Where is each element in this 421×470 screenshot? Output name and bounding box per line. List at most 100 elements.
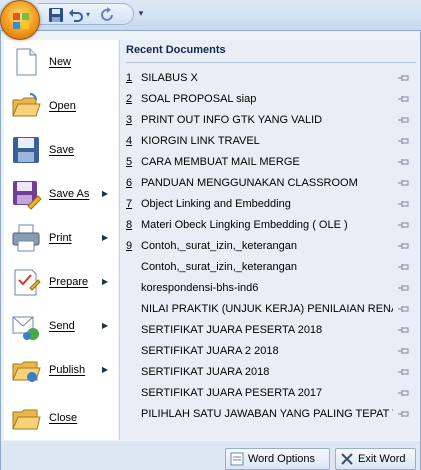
menu-item-send[interactable]: Send ▶	[4, 304, 118, 348]
pin-icon[interactable]	[398, 325, 410, 335]
recent-document-name: SOAL PROPOSAL siap	[141, 93, 257, 105]
pin-icon[interactable]	[398, 262, 410, 272]
recent-document-item[interactable]: NILAI PRAKTIK (UNJUK KERJA) PENILAIAN RE…	[120, 299, 416, 320]
menu-footer: Word Options Exit Word	[1, 441, 420, 470]
recent-document-name: Materi Obeck Lingking Embedding ( OLE )	[141, 219, 348, 231]
pin-icon[interactable]	[398, 409, 410, 419]
recent-document-item[interactable]: 2 SOAL PROPOSAL siap	[120, 89, 416, 110]
submenu-arrow-icon: ▶	[102, 189, 109, 198]
menu-item-label: Save	[49, 144, 75, 156]
pin-icon[interactable]	[398, 367, 410, 377]
recent-document-item[interactable]: 6 PANDUAN MENGGUNAKAN CLASSROOM	[120, 173, 416, 194]
recent-document-item[interactable]: korespondensi-bhs-ind6	[120, 278, 416, 299]
pin-icon[interactable]	[398, 241, 410, 251]
recent-document-name: CARA MEMBUAT MAIL MERGE	[141, 156, 300, 168]
recent-document-item[interactable]: Contoh,_surat_izin,_keterangan	[120, 257, 416, 278]
menu-item-prepare[interactable]: Prepare ▶	[4, 260, 118, 304]
recent-documents-header: Recent Documents	[126, 44, 226, 56]
menu-item-label: Open	[49, 100, 76, 112]
menu-item-save-as[interactable]: Save As ▶	[4, 172, 118, 216]
recent-document-item[interactable]: 5 CARA MEMBUAT MAIL MERGE	[120, 152, 416, 173]
menu-item-open[interactable]: Open	[4, 84, 118, 128]
pin-icon[interactable]	[398, 304, 410, 314]
pin-icon[interactable]	[398, 388, 410, 398]
submenu-arrow-icon: ▶	[102, 233, 109, 242]
recent-document-name: SERTIFIKAT JUARA 2 2018	[141, 345, 279, 357]
recent-document-item[interactable]: SERTIFIKAT JUARA PESERTA 2017	[120, 383, 416, 404]
prepare-icon	[14, 269, 41, 296]
recent-document-number: 2	[126, 93, 133, 105]
recent-document-name: SILABUS X	[141, 72, 198, 84]
recent-document-number: 4	[126, 135, 133, 147]
close-folder-icon	[12, 409, 41, 430]
recent-document-item[interactable]: SERTIFIKAT JUARA 2 2018	[120, 341, 416, 362]
recent-document-item[interactable]: PILIHLAH SATU JAWABAN YANG PALING TEPAT …	[120, 404, 416, 425]
menu-item-label: Save As	[49, 188, 90, 200]
pin-icon[interactable]	[398, 199, 410, 209]
save-disk-icon	[13, 137, 39, 163]
recent-document-item[interactable]: 1 SILABUS X	[120, 68, 416, 89]
recent-document-number: 1	[126, 72, 133, 84]
recent-document-item[interactable]: 7 Object Linking and Embedding	[120, 194, 416, 215]
recent-document-item[interactable]: 3 PRINT OUT INFO GTK YANG VALID	[120, 110, 416, 131]
word-options-button[interactable]: Word Options	[225, 448, 330, 470]
undo-icon[interactable]	[68, 7, 84, 23]
menu-item-print[interactable]: Print ▶	[4, 216, 118, 260]
menu-item-save[interactable]: Save	[4, 128, 118, 172]
word-options-label: Word Options	[248, 453, 316, 465]
recent-document-number: 7	[126, 198, 133, 210]
menu-item-close[interactable]: Close	[4, 396, 118, 440]
pin-icon[interactable]	[398, 346, 410, 356]
recent-document-item[interactable]: 9 Contoh,_surat_izin,_keterangan	[120, 236, 416, 257]
send-icon	[12, 316, 39, 340]
pin-icon[interactable]	[398, 178, 410, 188]
submenu-arrow-icon: ▶	[102, 321, 109, 330]
recent-document-name: Contoh,_surat_izin,_keterangan	[141, 261, 297, 273]
new-document-icon	[16, 48, 37, 76]
divider	[126, 62, 416, 63]
pin-icon[interactable]	[398, 157, 410, 167]
save-as-icon	[13, 181, 42, 210]
office-button[interactable]	[0, 0, 40, 40]
quick-access-toolbar: ▾	[38, 3, 134, 25]
redo-icon[interactable]	[100, 7, 116, 23]
recent-document-item[interactable]: 8 Materi Obeck Lingking Embedding ( OLE )	[120, 215, 416, 236]
menu-item-label: Publish	[49, 364, 86, 376]
recent-document-name: korespondensi-bhs-ind6	[141, 282, 259, 294]
pin-icon[interactable]	[398, 220, 410, 230]
options-icon	[230, 452, 244, 466]
recent-document-item[interactable]: SERTIFIKAT JUARA 2018	[120, 362, 416, 383]
office-logo-icon	[13, 13, 29, 29]
recent-document-number: 5	[126, 156, 133, 168]
menu-item-label: Close	[49, 412, 78, 424]
printer-icon	[12, 224, 40, 252]
recent-document-name: NILAI PRAKTIK (UNJUK KERJA) PENILAIAN RE…	[141, 303, 393, 315]
recent-document-name: PRINT OUT INFO GTK YANG VALID	[141, 114, 323, 126]
exit-word-button[interactable]: Exit Word	[335, 448, 416, 470]
office-menu: New Open Save Save As ▶ Print ▶ Prepare …	[0, 30, 421, 470]
recent-document-item[interactable]: 4 KIORGIN LINK TRAVEL	[120, 131, 416, 152]
exit-x-icon	[341, 453, 353, 465]
exit-word-label: Exit Word	[358, 453, 406, 465]
publish-icon	[12, 361, 41, 382]
menu-item-publish[interactable]: Publish ▶	[4, 348, 118, 392]
menu-item-label: Send	[49, 320, 75, 332]
pin-icon[interactable]	[398, 115, 410, 125]
recent-document-number: 8	[126, 219, 133, 231]
menu-commands: New Open Save Save As ▶ Print ▶ Prepare …	[4, 40, 118, 440]
save-icon[interactable]	[48, 7, 64, 23]
menu-item-new[interactable]: New	[4, 40, 118, 84]
pin-icon[interactable]	[398, 283, 410, 293]
recent-documents-pane: Recent Documents 1 SILABUS X 2 SOAL PROPOSA…	[119, 40, 419, 440]
undo-dropdown-icon[interactable]: ▾	[86, 7, 94, 23]
recent-document-name: SERTIFIKAT JUARA PESERTA 2018	[141, 324, 323, 336]
recent-document-name: SERTIFIKAT JUARA 2018	[141, 366, 270, 378]
customize-qat-icon[interactable]: ▾	[136, 6, 146, 20]
pin-icon[interactable]	[398, 94, 410, 104]
recent-document-name: KIORGIN LINK TRAVEL	[141, 135, 260, 147]
title-bar: ▾ ▾	[0, 0, 421, 40]
pin-icon[interactable]	[398, 136, 410, 146]
pin-icon[interactable]	[398, 73, 410, 83]
recent-document-item[interactable]: SERTIFIKAT JUARA PESERTA 2018	[120, 320, 416, 341]
recent-document-name: Object Linking and Embedding	[141, 198, 291, 210]
